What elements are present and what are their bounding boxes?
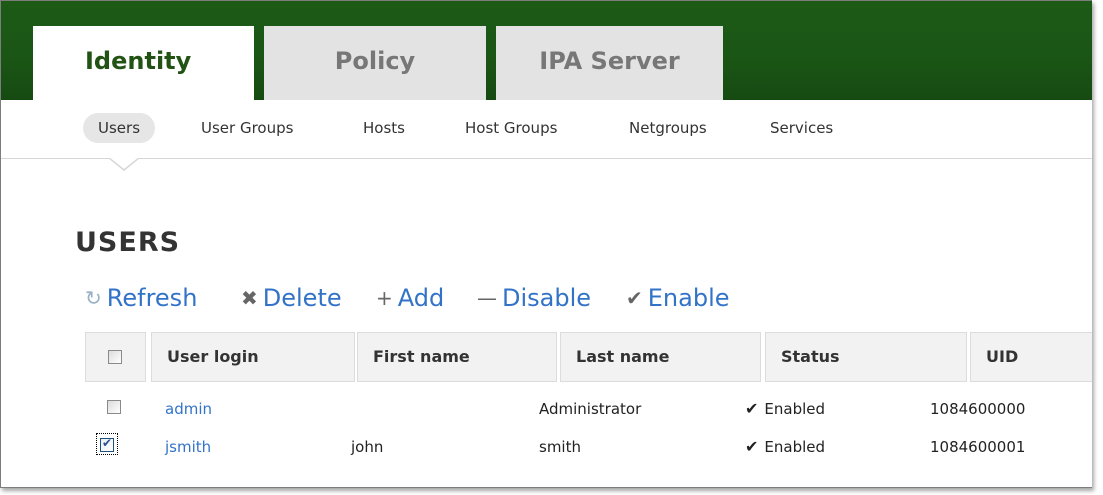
row-checkbox[interactable] — [100, 436, 114, 452]
enable-icon: ✔ — [626, 286, 643, 310]
tab-policy-label: Policy — [334, 47, 416, 75]
ipa-web-ui: Identity Policy IPA Server Users User Gr… — [0, 0, 1092, 488]
status-cell: ✔ Enabled — [745, 390, 825, 428]
column-header-user-login[interactable]: User login — [151, 332, 355, 382]
last-name-cell: smith — [539, 438, 581, 456]
user-login-link[interactable]: admin — [165, 390, 212, 428]
sub-navigation: Users User Groups Hosts Host Groups Netg… — [1, 100, 1092, 159]
disable-button[interactable]: — Disable — [477, 282, 591, 314]
user-login-link[interactable]: jsmith — [165, 428, 211, 466]
refresh-label: Refresh — [106, 284, 198, 312]
add-label: Add — [397, 284, 445, 312]
table-row: jsmith john smith ✔ Enabled 1084600001 — [85, 428, 1092, 466]
enabled-check-icon: ✔ — [745, 437, 759, 456]
column-header-first-name[interactable]: First name — [357, 332, 557, 382]
subnav-active-pointer — [108, 157, 140, 171]
column-header-last-name[interactable]: Last name — [560, 332, 761, 382]
subnav-label: Services — [770, 119, 834, 137]
subnav-item-hosts[interactable]: Hosts — [348, 113, 420, 143]
delete-label: Delete — [262, 284, 342, 312]
select-all-checkbox[interactable] — [108, 350, 122, 364]
tab-identity[interactable]: Identity — [33, 26, 254, 104]
status-cell: ✔ Enabled — [745, 428, 825, 466]
enabled-check-icon: ✔ — [745, 399, 759, 418]
subnav-label: Hosts — [363, 119, 405, 137]
tab-ipa-server[interactable]: IPA Server — [496, 26, 723, 100]
enable-label: Enable — [647, 284, 730, 312]
enable-button[interactable]: ✔ Enable — [626, 282, 730, 314]
subnav-label: Host Groups — [465, 119, 558, 137]
subnav-label: User Groups — [201, 119, 294, 137]
subnav-item-host-groups[interactable]: Host Groups — [450, 113, 572, 143]
disable-label: Disable — [502, 284, 592, 312]
column-label: Status — [781, 347, 840, 366]
column-header-uid[interactable]: UID — [970, 332, 1092, 382]
first-name-cell: john — [351, 438, 384, 456]
last-name-cell: Administrator — [539, 400, 642, 418]
add-button[interactable]: + Add — [376, 282, 444, 314]
add-icon: + — [376, 286, 393, 310]
column-label: Last name — [576, 347, 670, 366]
tab-policy[interactable]: Policy — [264, 26, 486, 100]
uid-cell: 1084600000 — [930, 400, 1026, 418]
delete-button[interactable]: ✖ Delete — [241, 282, 342, 314]
table-row: admin Administrator ✔ Enabled 1084600000 — [85, 390, 1092, 428]
subnav-label: Users — [98, 119, 141, 137]
column-label: UID — [986, 347, 1019, 366]
tab-ipa-server-label: IPA Server — [539, 47, 680, 75]
subnav-item-netgroups[interactable]: Netgroups — [614, 113, 722, 143]
tab-identity-label: Identity — [85, 47, 192, 75]
status-label: Enabled — [764, 400, 826, 418]
subnav-label: Netgroups — [629, 119, 707, 137]
status-label: Enabled — [764, 438, 826, 456]
subnav-item-services[interactable]: Services — [755, 113, 848, 143]
column-label: First name — [373, 347, 470, 366]
table-header: User login First name Last name Status U… — [85, 332, 1092, 382]
column-label: User login — [167, 347, 259, 366]
refresh-icon: ↻ — [85, 286, 102, 310]
subnav-item-user-groups[interactable]: User Groups — [186, 113, 308, 143]
page-title: USERS — [75, 227, 181, 258]
header-select-cell — [85, 332, 146, 382]
refresh-button[interactable]: ↻ Refresh — [85, 282, 197, 314]
disable-icon: — — [477, 286, 497, 310]
column-header-status[interactable]: Status — [765, 332, 967, 382]
uid-cell: 1084600001 — [930, 438, 1026, 456]
subnav-item-users[interactable]: Users — [83, 113, 156, 143]
row-checkbox[interactable] — [107, 400, 121, 414]
delete-icon: ✖ — [241, 286, 258, 310]
